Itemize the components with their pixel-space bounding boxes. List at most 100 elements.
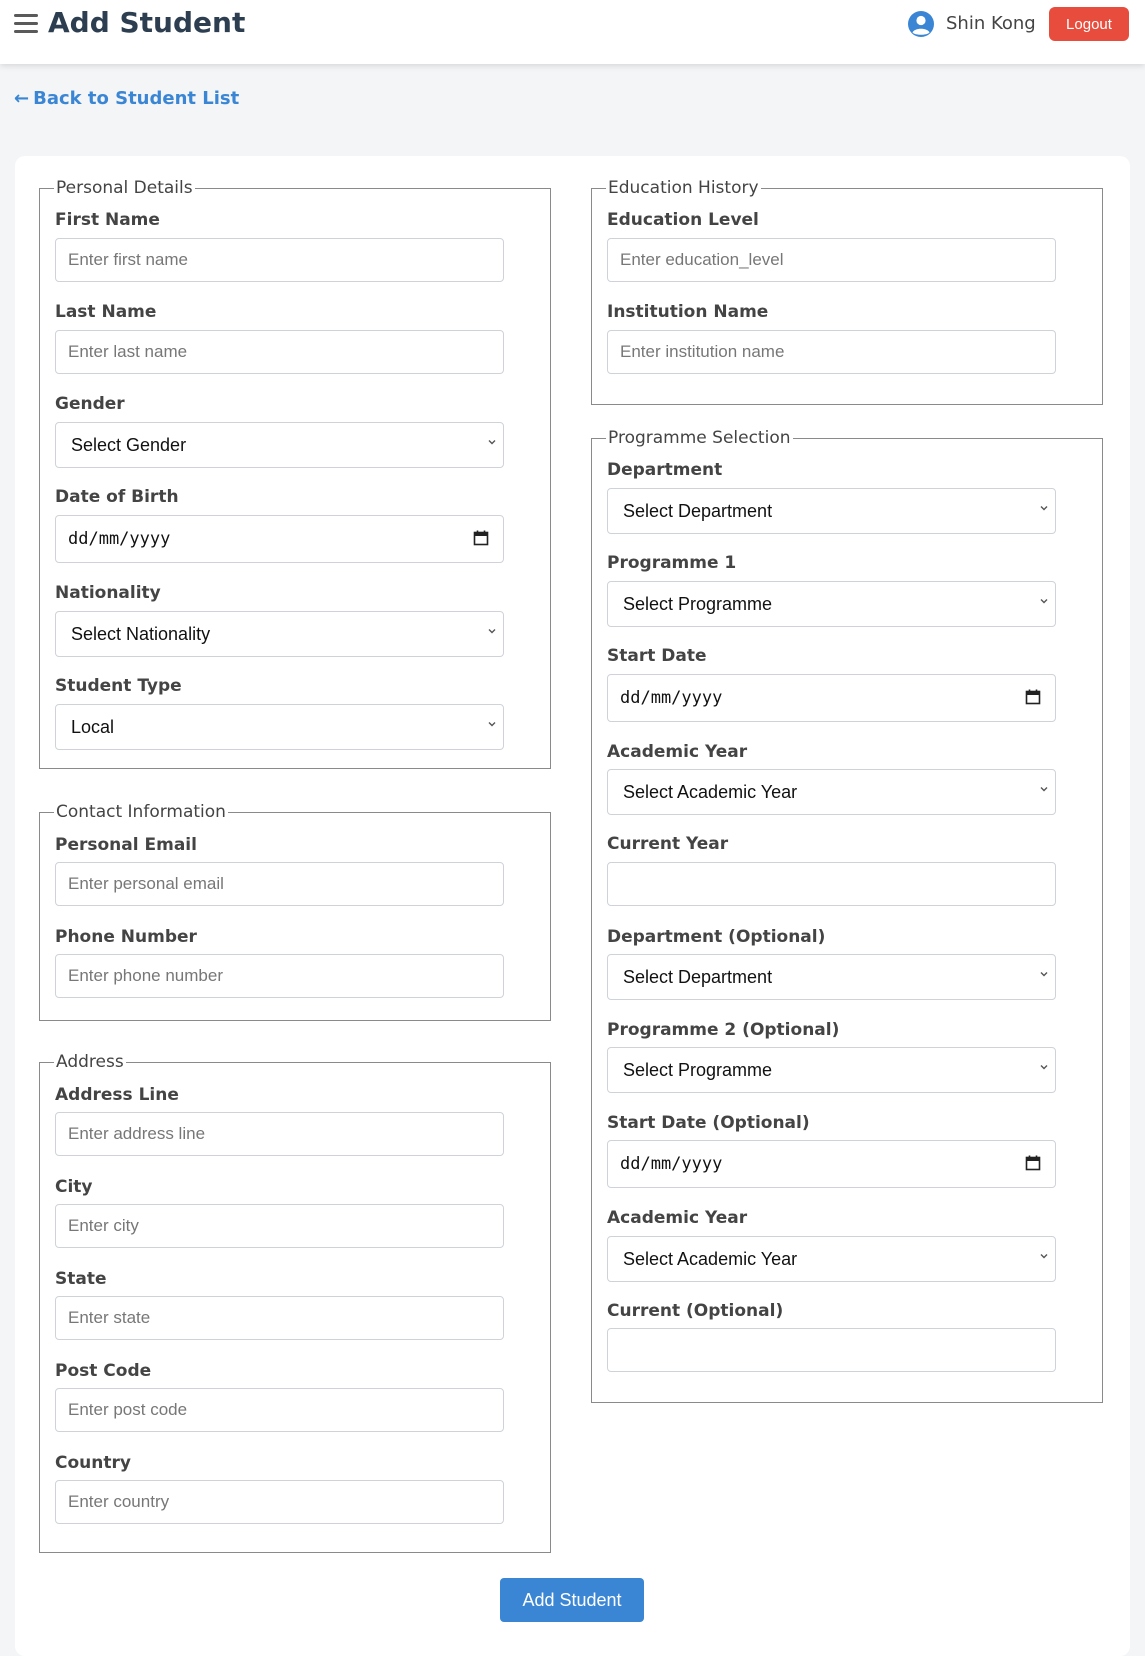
student-type-value: Local bbox=[71, 717, 115, 737]
student-type-label: Student Type bbox=[55, 676, 182, 696]
programme-2-select[interactable]: Select Programme bbox=[607, 1047, 1056, 1093]
institution-name-label: Institution Name bbox=[607, 302, 769, 322]
contact-information-legend: Contact Information bbox=[56, 802, 226, 822]
current-optional-label: Current (Optional) bbox=[607, 1301, 784, 1321]
start-date-input[interactable]: dd/mm/yyyy bbox=[607, 674, 1056, 722]
programme-2-label: Programme 2 (Optional) bbox=[607, 1020, 840, 1040]
chevron-down-icon bbox=[1040, 599, 1048, 604]
add-student-button[interactable]: Add Student bbox=[500, 1578, 644, 1622]
calendar-icon[interactable] bbox=[1025, 689, 1041, 705]
top-header: Add Student Shin Kong Logout bbox=[0, 0, 1145, 64]
calendar-icon[interactable] bbox=[473, 530, 489, 546]
start-date-optional-label: Start Date (Optional) bbox=[607, 1113, 810, 1133]
user-name: Shin Kong bbox=[946, 13, 1036, 34]
state-label: State bbox=[55, 1269, 107, 1289]
arrow-left-icon: ← bbox=[14, 88, 30, 109]
gender-select[interactable]: Select Gender bbox=[55, 422, 504, 468]
chevron-down-icon bbox=[1040, 1254, 1048, 1259]
programme-2-value: Select Programme bbox=[623, 1060, 773, 1080]
country-label: Country bbox=[55, 1453, 131, 1473]
back-link-label: Back to Student List bbox=[33, 88, 240, 109]
education-history-legend: Education History bbox=[608, 178, 759, 198]
start-date-label: Start Date bbox=[607, 646, 707, 666]
state-placeholder: Enter state bbox=[68, 1308, 151, 1327]
last-name-placeholder: Enter last name bbox=[68, 342, 188, 361]
address-line-input[interactable]: Enter address line bbox=[55, 1112, 504, 1156]
first-name-label: First Name bbox=[55, 210, 160, 230]
back-to-list-link[interactable]: ← Back to Student List bbox=[14, 88, 239, 109]
academic-year-2-label: Academic Year bbox=[607, 1208, 748, 1228]
personal-email-input[interactable]: Enter personal email bbox=[55, 862, 504, 906]
department-optional-label: Department (Optional) bbox=[607, 927, 826, 947]
academic-year-value: Select Academic Year bbox=[623, 782, 798, 802]
post-code-label: Post Code bbox=[55, 1361, 152, 1381]
education-level-label: Education Level bbox=[607, 210, 759, 230]
chevron-down-icon bbox=[1040, 972, 1048, 977]
calendar-icon[interactable] bbox=[1025, 1155, 1041, 1171]
education-level-placeholder: Enter education_level bbox=[620, 250, 784, 269]
personal-email-placeholder: Enter personal email bbox=[68, 874, 224, 893]
chevron-down-icon bbox=[1040, 1065, 1048, 1070]
department-label: Department bbox=[607, 460, 723, 480]
chevron-down-icon bbox=[488, 722, 496, 727]
chevron-down-icon bbox=[1040, 506, 1048, 511]
address-line-label: Address Line bbox=[55, 1085, 179, 1105]
state-input[interactable]: Enter state bbox=[55, 1296, 504, 1340]
address-line-placeholder: Enter address line bbox=[68, 1124, 206, 1143]
current-optional-input[interactable] bbox=[607, 1328, 1056, 1372]
nationality-value: Select Nationality bbox=[71, 624, 211, 644]
programme-selection-legend: Programme Selection bbox=[608, 428, 791, 448]
programme-1-label: Programme 1 bbox=[607, 553, 737, 573]
first-name-input[interactable]: Enter first name bbox=[55, 238, 504, 282]
department-optional-select[interactable]: Select Department bbox=[607, 954, 1056, 1000]
page-title: Add Student bbox=[48, 6, 246, 39]
form-card: Personal Details First Name Enter first … bbox=[15, 156, 1130, 1656]
current-year-input[interactable] bbox=[607, 862, 1056, 906]
dob-value: dd/mm/yyyy bbox=[68, 529, 171, 549]
current-year-label: Current Year bbox=[607, 834, 729, 854]
personal-email-label: Personal Email bbox=[55, 835, 197, 855]
last-name-input[interactable]: Enter last name bbox=[55, 330, 504, 374]
institution-name-input[interactable]: Enter institution name bbox=[607, 330, 1056, 374]
start-date-optional-input[interactable]: dd/mm/yyyy bbox=[607, 1140, 1056, 1188]
gender-label: Gender bbox=[55, 394, 125, 414]
dob-label: Date of Birth bbox=[55, 487, 179, 507]
phone-number-label: Phone Number bbox=[55, 927, 197, 947]
education-level-input[interactable]: Enter education_level bbox=[607, 238, 1056, 282]
academic-year-label: Academic Year bbox=[607, 742, 748, 762]
department-select[interactable]: Select Department bbox=[607, 488, 1056, 534]
city-input[interactable]: Enter city bbox=[55, 1204, 504, 1248]
academic-year-2-value: Select Academic Year bbox=[623, 1249, 798, 1269]
academic-year-2-select[interactable]: Select Academic Year bbox=[607, 1236, 1056, 1282]
student-type-select[interactable]: Local bbox=[55, 704, 504, 750]
institution-name-placeholder: Enter institution name bbox=[620, 342, 785, 361]
chevron-down-icon bbox=[488, 440, 496, 445]
user-avatar-icon bbox=[908, 11, 934, 37]
hamburger-menu-icon[interactable] bbox=[14, 14, 38, 34]
gender-value: Select Gender bbox=[71, 435, 187, 455]
post-code-input[interactable]: Enter post code bbox=[55, 1388, 504, 1432]
phone-number-input[interactable]: Enter phone number bbox=[55, 954, 504, 998]
post-code-placeholder: Enter post code bbox=[68, 1400, 188, 1419]
programme-1-value: Select Programme bbox=[623, 594, 773, 614]
chevron-down-icon bbox=[1040, 787, 1048, 792]
country-input[interactable]: Enter country bbox=[55, 1480, 504, 1524]
city-label: City bbox=[55, 1177, 93, 1197]
city-placeholder: Enter city bbox=[68, 1216, 139, 1235]
programme-1-select[interactable]: Select Programme bbox=[607, 581, 1056, 627]
address-legend: Address bbox=[56, 1052, 124, 1072]
nationality-label: Nationality bbox=[55, 583, 161, 603]
phone-number-placeholder: Enter phone number bbox=[68, 966, 223, 985]
department-value: Select Department bbox=[623, 501, 773, 521]
nationality-select[interactable]: Select Nationality bbox=[55, 611, 504, 657]
department-optional-value: Select Department bbox=[623, 967, 773, 987]
country-placeholder: Enter country bbox=[68, 1492, 170, 1511]
last-name-label: Last Name bbox=[55, 302, 157, 322]
logout-button[interactable]: Logout bbox=[1049, 7, 1129, 41]
start-date-optional-value: dd/mm/yyyy bbox=[620, 1154, 723, 1174]
start-date-value: dd/mm/yyyy bbox=[620, 688, 723, 708]
chevron-down-icon bbox=[488, 629, 496, 634]
personal-details-legend: Personal Details bbox=[56, 178, 193, 198]
academic-year-select[interactable]: Select Academic Year bbox=[607, 769, 1056, 815]
dob-input[interactable]: dd/mm/yyyy bbox=[55, 515, 504, 563]
